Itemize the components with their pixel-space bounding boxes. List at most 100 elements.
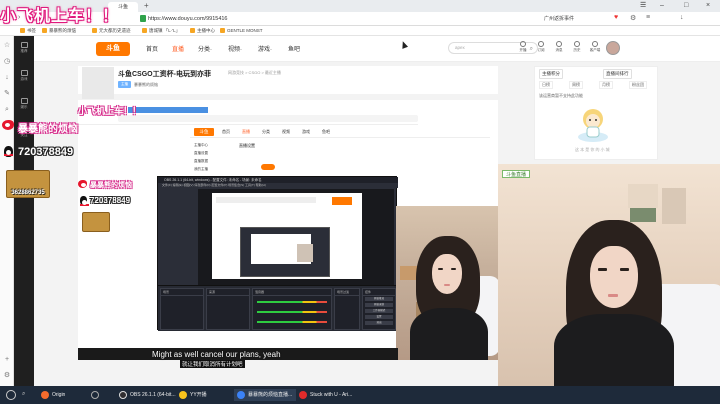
download-icon[interactable]: ↓ [680, 14, 684, 21]
person-eye [598, 268, 607, 271]
browser-icon [237, 391, 245, 399]
history-button[interactable]: 历史 [570, 41, 584, 53]
overlay-chest-sticker: 3628862735 [6, 170, 50, 198]
captured-nav: 鱼吧 [322, 129, 330, 134]
menu-icon[interactable]: ≡ [646, 14, 650, 21]
tab-anchor-score[interactable]: 主播积分 [539, 69, 563, 79]
taskbar-item-steam[interactable] [88, 389, 106, 401]
minimize-icon[interactable]: – [660, 0, 664, 12]
search-icon[interactable]: ⌕ [22, 391, 25, 398]
maximize-icon[interactable]: □ [684, 0, 688, 12]
folder-icon [220, 28, 225, 34]
taskbar-item-origin[interactable]: Origin [38, 389, 69, 401]
bookmark-item[interactable]: 书签 [20, 27, 36, 35]
search-icon[interactable]: ⌕ [3, 106, 11, 114]
person-face [590, 246, 638, 308]
overlay-wechat-number: 3628862735 [11, 190, 45, 196]
taskbar-item-browser[interactable]: 暴暴熊的烦恼直播... [234, 389, 297, 401]
nav-live[interactable]: 直播 [172, 44, 184, 53]
download-icon[interactable]: ↓ [3, 74, 11, 82]
nav-video[interactable]: 视频· [228, 44, 242, 53]
obs-sources-panel[interactable]: 来源 [206, 288, 250, 330]
tab-monthly[interactable]: 月榜 [599, 81, 613, 89]
sidebar-item-entertainment[interactable]: 娱乐 [16, 98, 32, 110]
obs-nested-preview [240, 227, 330, 277]
folder-icon [142, 28, 147, 34]
room-avatar[interactable] [82, 67, 114, 99]
anchor-name[interactable]: 暴暴熊的烦恼 [134, 81, 158, 88]
client-button[interactable]: 客户端 [588, 41, 602, 53]
bookmark-item[interactable]: 元大都历史遗迹 [92, 27, 131, 35]
audio-meter [257, 301, 327, 303]
subscribe-button[interactable]: 订阅 [534, 41, 548, 53]
start-streaming-button[interactable]: 开始推流 [365, 297, 393, 301]
url-field[interactable]: https://www.douyu.com/9915416 [148, 14, 528, 24]
weibo-icon [2, 120, 14, 130]
studio-mode-button[interactable]: 工作室模式 [365, 309, 393, 313]
sidebar-item-game[interactable]: 游戏 [16, 70, 32, 82]
close-icon[interactable]: × [706, 0, 710, 12]
obs-transition-panel[interactable]: 场景过渡 [334, 288, 360, 330]
music-icon [299, 391, 307, 399]
room-info: 斗鱼CSGO工资杯-电玩到亦菲 网游竞技 > CSGO > 最近主播 主播 暴暴… [78, 66, 498, 99]
sidebar-item-recommend[interactable]: 推荐 [16, 42, 32, 54]
taskbar-item-yy[interactable]: YY开播 [176, 389, 211, 401]
search-icon[interactable]: ⌕ [530, 44, 533, 54]
download-icon [592, 41, 598, 47]
nav-home[interactable]: 首页 [146, 44, 158, 53]
obs-menu[interactable]: 文件(F) 编辑(E) 视图(V) 停靠部件(D) 配置文件(P) 场景集合(S… [158, 183, 398, 188]
history-icon[interactable]: ◷ [3, 58, 11, 66]
new-tab-icon[interactable]: + [144, 1, 149, 10]
gamepad-icon [20, 70, 28, 76]
add-icon[interactable]: + [3, 356, 11, 364]
obs-scenes-panel[interactable]: 场景 [160, 288, 204, 330]
heart-icon [538, 41, 544, 47]
bookmark-item[interactable]: 暴暴熊的烦恼 [42, 27, 76, 35]
screen: 斗鱼 + ☰ – □ × ‹ › ↻ ⌂ https://www.douyu.c… [0, 0, 720, 404]
person-shirt [410, 308, 488, 360]
clock-icon [574, 41, 580, 47]
bookmark-item[interactable]: 主播中心 [190, 27, 215, 35]
settings-icon[interactable]: ⚙ [3, 372, 11, 380]
weibo-icon [78, 180, 87, 188]
douyu-logo[interactable]: 斗鱼 [96, 42, 130, 56]
hot-news[interactable]: 广州返拆事件 [544, 14, 574, 24]
exit-button[interactable]: 退出 [365, 321, 393, 325]
overlay-qq-number-small: 720378849 [90, 196, 131, 205]
start-stream-button[interactable]: 开播 [516, 41, 530, 53]
note-icon[interactable]: ✎ [3, 90, 11, 98]
start-icon[interactable] [6, 390, 16, 400]
tab-fans[interactable]: 粉丝团 [629, 81, 647, 89]
bookmark-item[interactable]: GENTLE MONST [220, 27, 263, 35]
tab-daily[interactable]: 日榜 [539, 81, 553, 89]
skin-icon[interactable]: ☰ [640, 0, 646, 12]
taskbar-item-music[interactable]: Stuck with U - Ari... [296, 389, 356, 401]
obs-window[interactable]: OBS 26.1.1 (64-bit, windows) - 配置文件: 未命名… [157, 176, 398, 331]
room-category[interactable]: 网游竞技 > CSGO > 最近主播 [228, 70, 281, 76]
origin-icon [41, 391, 49, 399]
taskbar-item-obs[interactable]: OBS 26.1.1 (64-bit... [116, 389, 180, 401]
webcam-main: 斗鱼直播 [498, 164, 720, 386]
nav-fishbar[interactable]: 鱼吧 [288, 44, 300, 53]
audio-meter [257, 311, 327, 313]
obs-preview [198, 189, 394, 285]
nav-category[interactable]: 分类· [198, 44, 212, 53]
extensions-icon[interactable]: ⚙ [630, 14, 636, 22]
start-recording-button[interactable]: 开始录制 [365, 303, 393, 307]
heart-icon[interactable]: ♥ [614, 14, 618, 21]
star-icon[interactable]: ☆ [3, 42, 11, 50]
yy-icon [179, 391, 187, 399]
caption-english: Might as well cancel our plans, yeah [152, 350, 281, 359]
bookmark-item[interactable]: 唐城镇 「L·'L」 [142, 27, 180, 35]
avatar[interactable] [606, 41, 620, 55]
tab-room-rank[interactable]: 直播间排行 [603, 69, 632, 79]
settings-button[interactable]: 设置 [365, 315, 393, 319]
obs-mixer-panel[interactable]: 混音器 [252, 288, 332, 330]
camera-icon [520, 41, 526, 47]
tab-weekly[interactable]: 周榜 [569, 81, 583, 89]
folder-icon [92, 28, 97, 34]
messages-button[interactable]: 消息 [552, 41, 566, 53]
nav-game[interactable]: 游戏· [258, 44, 272, 53]
mascot-image [578, 109, 608, 142]
person-face [432, 254, 462, 294]
